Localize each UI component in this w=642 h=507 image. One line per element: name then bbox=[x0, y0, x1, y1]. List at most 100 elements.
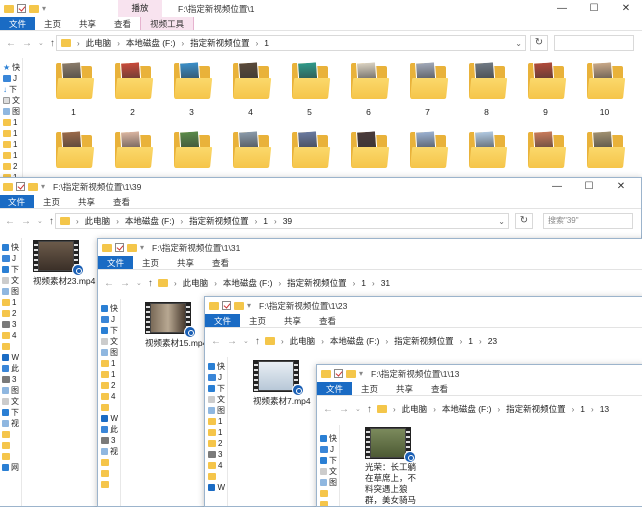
breadcrumb-item[interactable]: 39 bbox=[283, 216, 292, 226]
up-arrow-icon[interactable]: ↑ bbox=[367, 404, 372, 415]
folder-item[interactable] bbox=[162, 130, 221, 176]
breadcrumb-item[interactable]: 31 bbox=[381, 278, 390, 288]
nav-item[interactable]: 快 bbox=[317, 433, 337, 444]
breadcrumb[interactable]: › 此电脑 › 本地磁盘 (F:) › 指定新视频位置 › 1 ⌄ bbox=[56, 35, 526, 51]
nav-item[interactable]: 网 bbox=[0, 462, 19, 473]
tab-file[interactable]: 文件 bbox=[0, 195, 35, 208]
tab-home[interactable]: 主页 bbox=[240, 314, 275, 327]
nav-item[interactable]: 4 bbox=[205, 460, 225, 471]
chevron-right-icon[interactable]: › bbox=[385, 337, 388, 346]
folder-item[interactable] bbox=[575, 130, 634, 176]
new-folder-icon[interactable] bbox=[127, 243, 137, 252]
nav-item[interactable]: 图 bbox=[98, 347, 118, 358]
breadcrumb-item[interactable]: 1 bbox=[263, 216, 268, 226]
folder-item[interactable] bbox=[516, 130, 575, 176]
forward-arrow-icon[interactable]: → bbox=[22, 38, 32, 49]
properties-icon[interactable] bbox=[17, 4, 26, 13]
tab-home[interactable]: 主页 bbox=[35, 17, 70, 30]
properties-icon[interactable] bbox=[334, 369, 343, 378]
nav-item[interactable] bbox=[98, 402, 118, 413]
maximize-button[interactable]: ☐ bbox=[578, 0, 610, 17]
nav-item[interactable]: 文 bbox=[98, 336, 118, 347]
new-folder-icon[interactable] bbox=[234, 301, 244, 310]
breadcrumb[interactable]: › 此电脑 › 本地磁盘 (F:) › 指定新视频位置 › 1 › 31 bbox=[154, 275, 634, 291]
nav-item[interactable]: ★ 快 bbox=[0, 62, 20, 73]
chevron-right-icon[interactable]: › bbox=[460, 337, 463, 346]
tab-home[interactable]: 主页 bbox=[34, 195, 69, 208]
nav-item[interactable]: 文 bbox=[205, 394, 225, 405]
nav-item[interactable] bbox=[0, 440, 19, 451]
tab-home[interactable]: 主页 bbox=[133, 256, 168, 269]
forward-arrow-icon[interactable]: → bbox=[227, 336, 237, 347]
recent-chevron-icon[interactable]: ⌄ bbox=[38, 39, 44, 47]
back-arrow-icon[interactable]: ← bbox=[104, 278, 114, 289]
search-input[interactable] bbox=[554, 35, 634, 51]
breadcrumb[interactable]: › 此电脑 › 本地磁盘 (F:) › 指定新视频位置 › 1 › 39 ⌄ bbox=[55, 213, 509, 229]
chevron-right-icon[interactable]: › bbox=[393, 405, 396, 414]
breadcrumb-item[interactable]: 指定新视频位置 bbox=[394, 335, 454, 347]
tab-share[interactable]: 共享 bbox=[275, 314, 310, 327]
folder-item[interactable]: 8 bbox=[457, 61, 516, 117]
nav-item[interactable]: 此 bbox=[98, 424, 118, 435]
nav-item[interactable]: J bbox=[98, 314, 118, 325]
breadcrumb-item[interactable]: 1 bbox=[264, 38, 269, 48]
breadcrumb-item[interactable]: 本地磁盘 (F:) bbox=[125, 215, 175, 227]
chevron-right-icon[interactable]: › bbox=[181, 39, 184, 48]
tab-view[interactable]: 查看 bbox=[422, 382, 457, 395]
folder-item[interactable]: 9 bbox=[516, 61, 575, 117]
chevron-right-icon[interactable]: › bbox=[117, 39, 120, 48]
chevron-right-icon[interactable]: › bbox=[372, 279, 375, 288]
nav-item[interactable]: 图 bbox=[0, 106, 20, 117]
chevron-right-icon[interactable]: › bbox=[591, 405, 594, 414]
chevron-right-icon[interactable]: › bbox=[255, 217, 258, 226]
breadcrumb-item[interactable]: 此电脑 bbox=[402, 403, 428, 415]
breadcrumb-item[interactable]: 本地磁盘 (F:) bbox=[442, 403, 492, 415]
back-arrow-icon[interactable]: ← bbox=[211, 336, 221, 347]
breadcrumb-item[interactable]: 23 bbox=[488, 336, 497, 346]
folder-item[interactable]: 1 bbox=[44, 61, 103, 117]
nav-item[interactable] bbox=[317, 499, 337, 506]
nav-item[interactable]: 下 bbox=[205, 383, 225, 394]
tab-file[interactable]: 文件 bbox=[98, 256, 134, 269]
close-button[interactable]: ✕ bbox=[605, 178, 637, 195]
breadcrumb-item[interactable]: 指定新视频位置 bbox=[287, 277, 347, 289]
tab-file[interactable]: 文件 bbox=[317, 382, 353, 395]
nav-item[interactable]: 1 bbox=[0, 297, 19, 308]
minimize-button[interactable]: — bbox=[546, 0, 578, 17]
nav-item[interactable]: 3 bbox=[0, 319, 19, 330]
video-file-item[interactable]: 视频素材15.mp4 bbox=[145, 302, 207, 349]
breadcrumb-item[interactable]: 此电脑 bbox=[85, 215, 111, 227]
chevron-right-icon[interactable]: › bbox=[174, 279, 177, 288]
tab-view[interactable]: 查看 bbox=[310, 314, 345, 327]
back-arrow-icon[interactable]: ← bbox=[323, 404, 333, 415]
customize-chevron-icon[interactable]: ▾ bbox=[140, 243, 144, 252]
nav-item[interactable]: 下 bbox=[0, 264, 19, 275]
nav-item[interactable] bbox=[317, 488, 337, 499]
nav-item[interactable]: J bbox=[0, 73, 20, 84]
new-folder-icon[interactable] bbox=[29, 4, 39, 13]
tab-video-tools[interactable]: 视频工具 bbox=[140, 17, 195, 30]
tab-home[interactable]: 主页 bbox=[352, 382, 387, 395]
nav-item[interactable]: 1 bbox=[0, 150, 20, 161]
nav-item[interactable]: J bbox=[0, 253, 19, 264]
breadcrumb-item[interactable]: 本地磁盘 (F:) bbox=[330, 335, 380, 347]
folder-item[interactable]: 6 bbox=[339, 61, 398, 117]
chevron-right-icon[interactable]: › bbox=[497, 405, 500, 414]
chevron-right-icon[interactable]: › bbox=[274, 217, 277, 226]
nav-item[interactable]: W bbox=[98, 413, 118, 424]
chevron-right-icon[interactable]: › bbox=[256, 39, 259, 48]
properties-icon[interactable] bbox=[115, 243, 124, 252]
folder-item[interactable] bbox=[339, 130, 398, 176]
tab-file[interactable]: 文件 bbox=[205, 314, 241, 327]
up-arrow-icon[interactable]: ↑ bbox=[49, 216, 54, 227]
folder-item[interactable]: 5 bbox=[280, 61, 339, 117]
nav-item[interactable]: 快 bbox=[205, 361, 225, 372]
tab-view[interactable]: 查看 bbox=[203, 256, 238, 269]
nav-item[interactable]: 4 bbox=[98, 391, 118, 402]
nav-item[interactable]: 文 bbox=[317, 466, 337, 477]
refresh-button[interactable]: ↻ bbox=[515, 213, 533, 229]
nav-item[interactable]: 4 bbox=[0, 330, 19, 341]
nav-item[interactable] bbox=[205, 471, 225, 482]
nav-item[interactable]: J bbox=[317, 444, 337, 455]
nav-item[interactable] bbox=[0, 341, 19, 352]
